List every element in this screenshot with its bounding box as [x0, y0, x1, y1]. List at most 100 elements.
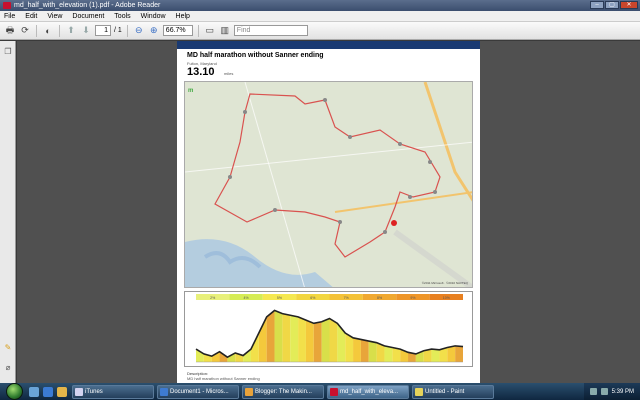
fit-width-icon[interactable]: ▥ [219, 25, 231, 37]
elevation-segment [455, 345, 463, 362]
toolbar-divider [36, 24, 37, 37]
share-icon[interactable]: ⟳ [19, 25, 31, 37]
elevation-segment [298, 316, 306, 362]
system-tray: 5:39 PM [583, 383, 640, 400]
grade-label: 10% [443, 296, 450, 300]
app-icon [160, 387, 168, 396]
elevation-segment [290, 315, 299, 362]
page-header-bar [177, 41, 480, 49]
page-total: / 1 [114, 27, 122, 34]
menu-window[interactable]: Window [141, 11, 166, 21]
taskbar-item-label: Untitled - Paint [425, 388, 465, 395]
route-map: m ©2011 Microsoft · ©2010 NAVTEQ [184, 81, 473, 288]
adobe-reader-icon [3, 2, 11, 9]
grade-label: 5% [277, 296, 282, 300]
taskbar-item[interactable]: md_half_with_eleva... [327, 384, 409, 399]
menu-bar: File Edit View Document Tools Window Hel… [0, 11, 640, 22]
menu-tools[interactable]: Tools [114, 11, 130, 21]
minimize-button[interactable]: – [590, 1, 604, 9]
grade-label: 2% [210, 296, 215, 300]
print-icon[interactable]: 🖶 [4, 25, 16, 37]
next-page-icon[interactable]: ⬇ [80, 25, 92, 37]
taskbar-item[interactable]: Document1 - Micros... [157, 384, 239, 399]
task-list: iTunes Document1 - Micros... Blogger: The … [69, 384, 494, 399]
prev-page-icon[interactable]: ⬆ [65, 25, 77, 37]
window-titlebar[interactable]: md_half_with_elevation (1).pdf - Adobe R… [0, 0, 640, 11]
show-desktop-icon[interactable] [29, 386, 39, 397]
toolbar-divider [126, 24, 128, 37]
elevation-segment [305, 320, 314, 362]
grade-label: 8% [377, 296, 382, 300]
menu-document[interactable]: Document [72, 11, 104, 21]
grade-label: 7% [344, 296, 349, 300]
maximize-button[interactable]: ▢ [605, 1, 619, 9]
window-controls: – ▢ ✕ [590, 1, 638, 9]
menu-file[interactable]: File [4, 11, 15, 21]
route-distance: 13.10 [187, 66, 215, 78]
elevation-segment [431, 349, 440, 362]
taskbar-item-label: Document1 - Micros... [170, 388, 229, 395]
window-title: md_half_with_elevation (1).pdf - Adobe R… [14, 2, 161, 9]
toolbar-divider [59, 24, 60, 37]
zoom-out-icon[interactable]: ⊖ [133, 25, 145, 37]
taskbar-item[interactable]: Untitled - Paint [412, 384, 494, 399]
volume-icon[interactable] [600, 388, 608, 395]
ie-icon[interactable] [43, 386, 53, 397]
taskbar-item-label: iTunes [85, 388, 103, 395]
elevation-segment [384, 345, 393, 362]
pdf-page: MD half marathon without Sanner ending F… [177, 41, 480, 383]
grade-label: 6% [310, 296, 315, 300]
map-credit: ©2011 Microsoft · ©2010 NAVTEQ [421, 281, 468, 285]
grade-label: 9% [410, 296, 415, 300]
close-button[interactable]: ✕ [620, 1, 638, 9]
route-title: MD half marathon without Sanner ending [187, 52, 324, 59]
taskbar-item-label: md_half_with_eleva... [340, 388, 399, 395]
document-viewport[interactable]: MD half marathon without Sanner ending F… [17, 41, 640, 383]
elevation-segment [329, 318, 338, 362]
toolbar-divider [197, 24, 199, 37]
app-icon [245, 387, 253, 396]
taskbar-item[interactable]: iTunes [72, 384, 154, 399]
elevation-segment [313, 321, 322, 362]
elevation-segment [321, 318, 330, 362]
elevation-plot: 2% 4% 5% 6% 7% 8% 9% 10% [195, 294, 464, 363]
taskbar: iTunes Document1 - Micros... Blogger: The … [0, 383, 640, 400]
folder-icon[interactable] [57, 386, 67, 397]
map-image: m [185, 82, 472, 287]
toolbar: 🖶 ⟳ ◐ ⬆ ⬇ 1 / 1 ⊖ ⊕ 66.7% ▭ ▥ Find [0, 22, 640, 40]
app-icon [75, 387, 83, 396]
grade-label: 4% [244, 296, 249, 300]
svg-text:m: m [188, 88, 193, 94]
elevation-segment [368, 341, 377, 362]
network-icon[interactable] [589, 388, 597, 395]
menu-view[interactable]: View [47, 11, 62, 21]
pages-icon[interactable]: ❐ [3, 47, 13, 57]
taskbar-item[interactable]: Blogger: The Makin... [242, 384, 324, 399]
zoom-in-icon[interactable]: ⊕ [148, 25, 160, 37]
description-text: MD half marathon without Sanner ending [187, 376, 260, 381]
comments-icon[interactable]: ✎ [3, 343, 13, 353]
page-number-input[interactable]: 1 [95, 25, 111, 36]
collaborate-icon[interactable]: ◐ [42, 25, 54, 37]
route-distance-unit: miles [224, 71, 234, 76]
attachments-icon[interactable]: ⌀ [3, 363, 13, 373]
zoom-select[interactable]: 66.7% [162, 25, 193, 36]
start-button[interactable] [6, 383, 23, 400]
elevation-segment [447, 345, 456, 362]
elevation-segment [282, 313, 291, 362]
navigation-panel: ❐ ✎ ⌀ [0, 41, 16, 383]
app-icon [415, 387, 423, 396]
start-marker [391, 220, 397, 226]
taskbar-item-label: Blogger: The Makin... [255, 388, 312, 395]
find-input[interactable]: Find [233, 25, 308, 36]
elevation-chart: 2% 4% 5% 6% 7% 8% 9% 10% [184, 291, 473, 367]
elevation-segment [266, 310, 275, 362]
menu-edit[interactable]: Edit [25, 11, 37, 21]
menu-help[interactable]: Help [176, 11, 190, 21]
app-icon [330, 387, 338, 396]
clock[interactable]: 5:39 PM [612, 389, 634, 395]
elevation-segment [353, 337, 361, 362]
fit-page-icon[interactable]: ▭ [204, 25, 216, 37]
elevation-segment [360, 339, 369, 362]
elevation-segment [274, 310, 283, 362]
